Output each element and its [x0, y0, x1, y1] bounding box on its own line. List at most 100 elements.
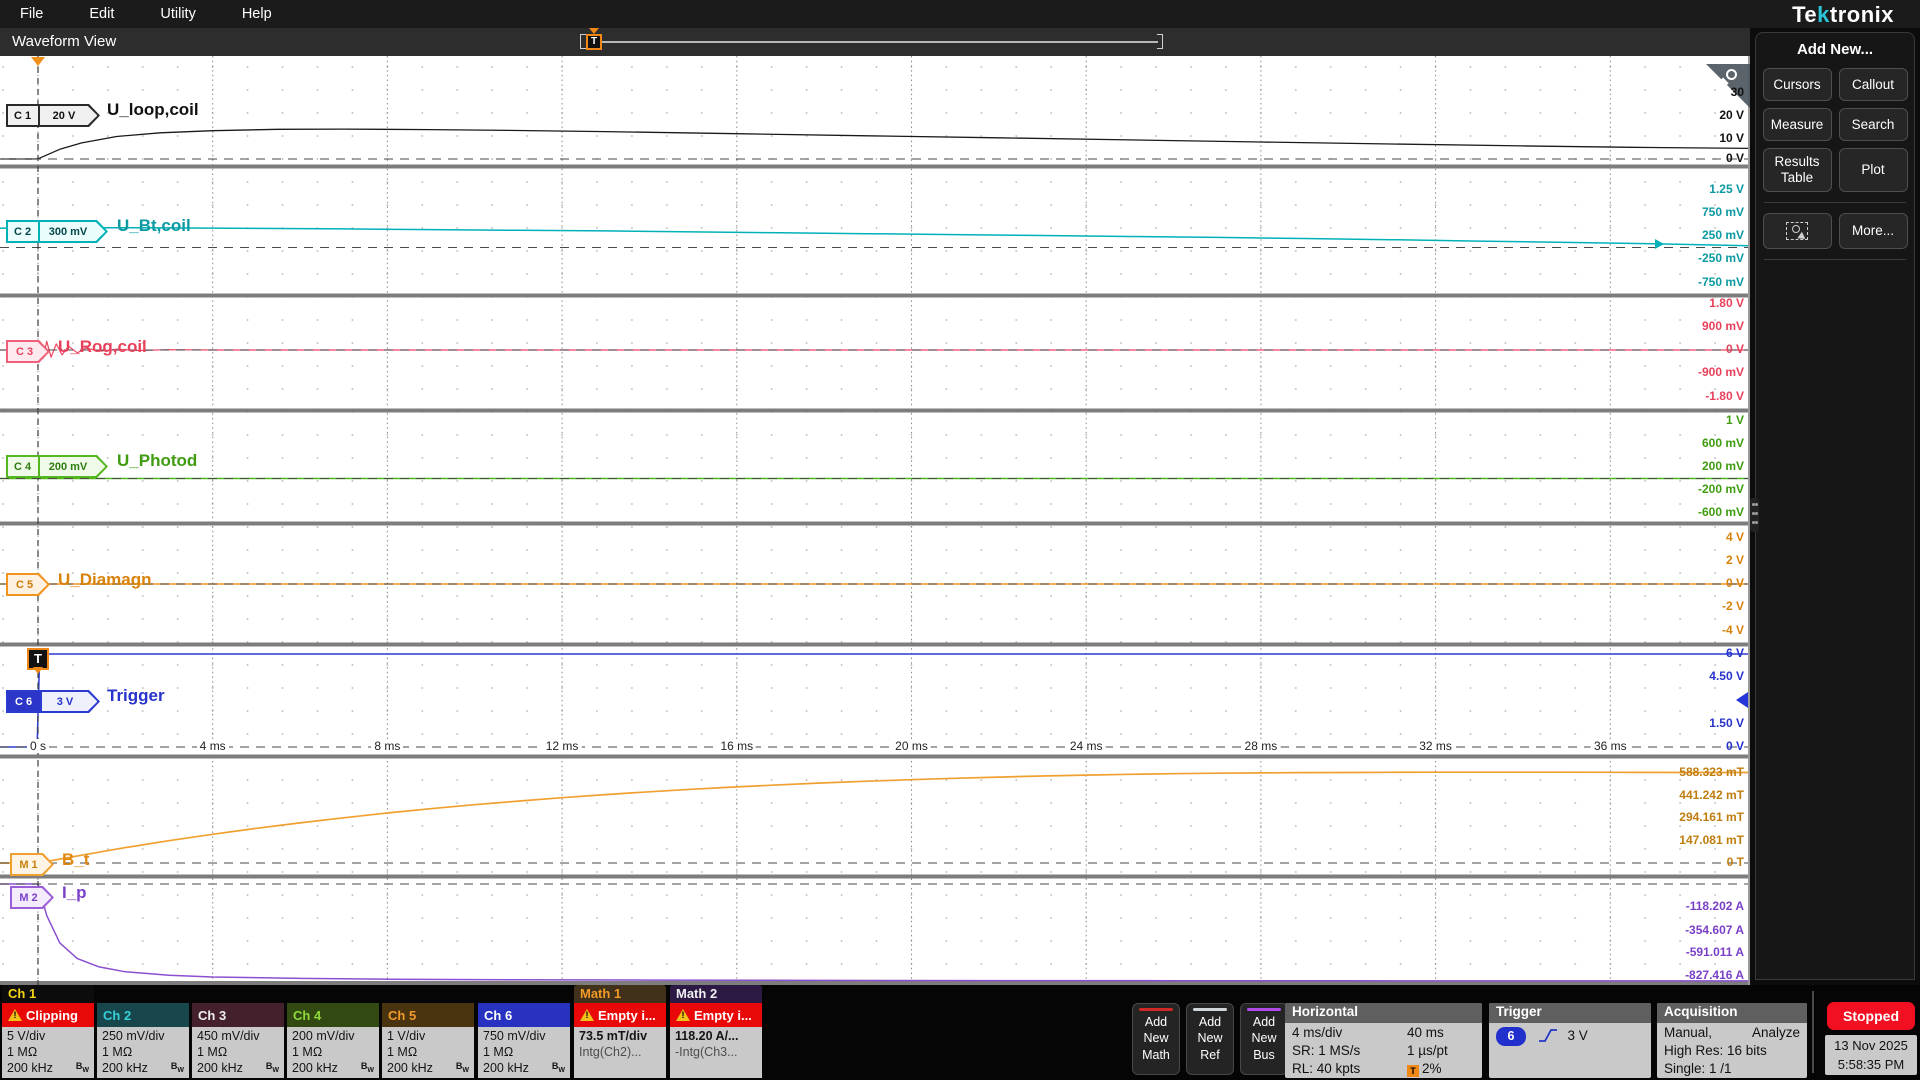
bus-color-strip	[1247, 1008, 1281, 1011]
warning-icon	[8, 1009, 22, 1021]
channel-badge-c2[interactable]: C 2300 mV	[6, 220, 108, 243]
callout-button[interactable]: Callout	[1839, 68, 1908, 101]
bandwidth-limit-badge: BW	[76, 1061, 89, 1076]
panel-separator	[1764, 202, 1906, 203]
waveform-window: Waveform View T C 120 V U_loop,coil C 23…	[0, 28, 1750, 985]
acquisition-panel[interactable]: Acquisition Manual,Analyze High Res: 16 …	[1657, 1003, 1807, 1078]
axis-label-c1: 30	[1731, 85, 1744, 99]
math2-tab[interactable]: Math 2	[670, 985, 762, 1003]
channel-badge-c4[interactable]: C 4200 mV	[6, 455, 108, 478]
axis-label-m2: -591.011 A	[1686, 945, 1744, 959]
trigger-panel[interactable]: Trigger 6 3 V	[1489, 1003, 1651, 1078]
plot-button[interactable]: Plot	[1839, 148, 1908, 192]
channel-label-c6[interactable]: Trigger	[107, 686, 165, 706]
waveform-plot[interactable]: C 120 V U_loop,coil C 2300 mV U_Bt,coil …	[0, 56, 1750, 985]
math1-settings-badge[interactable]: Math 1 Empty i... 73.5 mT/div Intg(Ch2).…	[574, 985, 666, 1080]
math-label-m2[interactable]: I_p	[62, 883, 87, 903]
ch1-clipping-header: Clipping	[2, 1003, 94, 1027]
record-right-bracket	[1157, 34, 1163, 49]
axis-label-c3: -1.80 V	[1705, 389, 1744, 403]
axis-label-c5: -4 V	[1722, 623, 1744, 637]
channel-label-c2[interactable]: U_Bt,coil	[117, 216, 191, 236]
run-stop-status-button[interactable]: Stopped	[1827, 1002, 1915, 1030]
horizontal-panel[interactable]: Horizontal 4 ms/div40 ms SR: 1 MS/s1 µs/…	[1285, 1003, 1482, 1078]
axis-label-c6: 0 V	[1726, 739, 1744, 753]
warning-icon	[580, 1009, 594, 1021]
ch6-header: Ch 6	[478, 1003, 570, 1027]
ch2-header: Ch 2	[97, 1003, 189, 1027]
channel-badge-c1[interactable]: C 120 V	[6, 104, 100, 127]
measure-button[interactable]: Measure	[1763, 108, 1832, 141]
badge-id: C 1	[8, 106, 38, 126]
math2-details: 118.20 A/... -Intg(Ch3...	[670, 1027, 762, 1078]
axis-label-m1: 294.161 mT	[1679, 810, 1744, 824]
add-new-bus-button[interactable]: Add New Bus	[1240, 1003, 1288, 1075]
record-trigger-icon[interactable]: T	[586, 34, 602, 50]
badge-scale: 3 V	[42, 692, 98, 712]
axis-label-c6: 4.50 V	[1709, 669, 1744, 683]
panel-resize-grip[interactable]	[1750, 498, 1759, 532]
channel-label-c3[interactable]: U_Rog,coil	[58, 337, 147, 357]
ch5-settings-badge[interactable]: Ch 5 1 V/div 1 MΩ 200 kHzBW	[382, 985, 474, 1080]
bandwidth-limit-badge: BW	[266, 1061, 279, 1076]
axis-label-c2: 1.25 V	[1709, 182, 1744, 196]
ref-color-strip	[1193, 1008, 1227, 1011]
menu-edit[interactable]: Edit	[89, 6, 114, 22]
axis-label-c2: 250 mV	[1702, 228, 1744, 242]
ch6-settings-badge[interactable]: Ch 6 750 mV/div 1 MΩ 200 kHzBW	[478, 985, 570, 1080]
bandwidth-limit-badge: BW	[456, 1061, 469, 1076]
panel-separator	[1764, 259, 1906, 260]
add-new-ref-button[interactable]: Add New Ref	[1186, 1003, 1234, 1075]
axis-label-c6: 1.50 V	[1709, 716, 1744, 730]
waveform-svg	[0, 56, 1750, 985]
ch1-tab[interactable]: Ch 1	[2, 985, 94, 1003]
ch5-header: Ch 5	[382, 1003, 474, 1027]
bandwidth-limit-badge: BW	[361, 1061, 374, 1076]
axis-label-m2: -827.416 A	[1685, 968, 1744, 982]
math2-settings-badge[interactable]: Math 2 Empty i... 118.20 A/... -Intg(Ch3…	[670, 985, 762, 1080]
waveform-view-title: Waveform View	[12, 33, 116, 50]
axis-label-c4: -200 mV	[1698, 482, 1744, 496]
ch2-details: 250 mV/div 1 MΩ 200 kHzBW	[97, 1027, 189, 1078]
menu-help[interactable]: Help	[242, 6, 272, 22]
math1-tab[interactable]: Math 1	[574, 985, 666, 1003]
channel-label-c1[interactable]: U_loop,coil	[107, 100, 199, 120]
ch6-details: 750 mV/div 1 MΩ 200 kHzBW	[478, 1027, 570, 1078]
badge-scale: 200 mV	[40, 457, 106, 477]
trigger-source-pill: 6	[1496, 1027, 1526, 1046]
time-axis-label: 20 ms	[892, 739, 931, 753]
ch3-settings-badge[interactable]: Ch 3 450 mV/div 1 MΩ 200 kHzBW	[192, 985, 284, 1080]
add-new-math-button[interactable]: Add New Math	[1132, 1003, 1180, 1075]
cursors-button[interactable]: Cursors	[1763, 68, 1832, 101]
channel-label-c5[interactable]: U_Diamagn	[58, 570, 152, 590]
menu-file[interactable]: File	[20, 6, 43, 22]
ch3-details: 450 mV/div 1 MΩ 200 kHzBW	[192, 1027, 284, 1078]
zoom-select-button[interactable]	[1763, 213, 1832, 249]
tektronix-logo: Tektronix	[1792, 2, 1894, 28]
axis-label-c3: 1.80 V	[1709, 296, 1744, 310]
trigger-source-marker[interactable]: T	[27, 648, 49, 670]
trigger-title: Trigger	[1489, 1003, 1651, 1023]
menu-utility[interactable]: Utility	[160, 6, 195, 22]
bottom-settings-bar: Ch 1 Clipping 5 V/div 1 MΩ 200 kHzBW Ch …	[0, 985, 1920, 1080]
zoom-select-icon	[1786, 222, 1808, 240]
axis-label-c5: -2 V	[1722, 599, 1744, 613]
trigger-position-triangle[interactable]	[31, 57, 45, 66]
math-label-m1[interactable]: B_t	[62, 850, 89, 870]
main-area: Waveform View T C 120 V U_loop,coil C 23…	[0, 28, 1920, 985]
more-button[interactable]: More...	[1839, 213, 1908, 249]
trigger-level-arrow[interactable]	[1736, 692, 1748, 708]
search-button[interactable]: Search	[1839, 108, 1908, 141]
results-table-button[interactable]: Results Table	[1763, 148, 1832, 192]
waveform-title-bar: Waveform View T	[0, 28, 1750, 56]
channel-label-c4[interactable]: U_Photod	[117, 451, 197, 471]
ch2-settings-badge[interactable]: Ch 2 250 mV/div 1 MΩ 200 kHzBW	[97, 985, 189, 1080]
badge-scale: 20 V	[40, 106, 98, 126]
math1-details: 73.5 mT/div Intg(Ch2)...	[574, 1027, 666, 1078]
channel-badge-c6[interactable]: C 63 V	[6, 690, 100, 713]
warning-icon	[676, 1009, 690, 1021]
ch1-settings-badge[interactable]: Ch 1 Clipping 5 V/div 1 MΩ 200 kHzBW	[2, 985, 94, 1080]
add-new-panel: Add New... Cursors Callout Measure Searc…	[1755, 32, 1915, 980]
ch4-settings-badge[interactable]: Ch 4 200 mV/div 1 MΩ 200 kHzBW	[287, 985, 379, 1080]
record-view-bar[interactable]	[588, 41, 1158, 43]
